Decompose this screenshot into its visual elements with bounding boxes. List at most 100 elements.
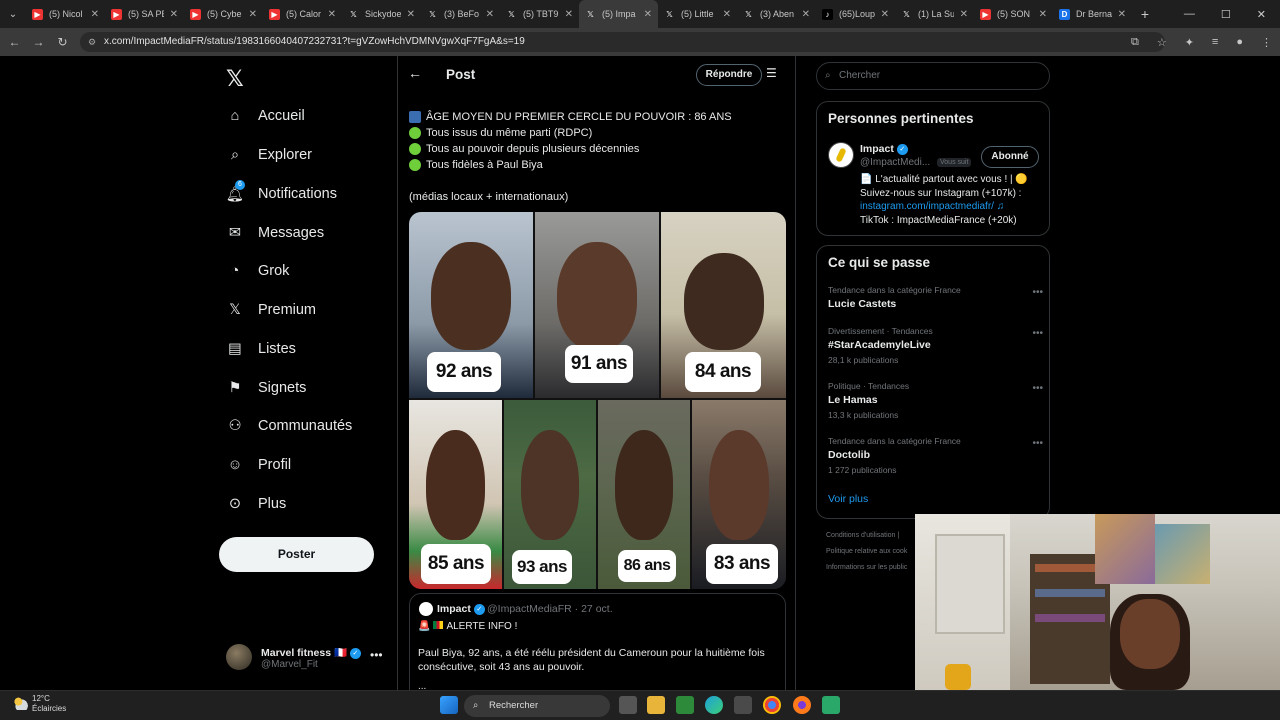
- browser-tab[interactable]: 𝕏 (1) La Su ✕: [895, 0, 974, 28]
- back-icon[interactable]: ←: [2, 35, 27, 49]
- close-tab-icon[interactable]: ✕: [328, 9, 336, 20]
- trend-item[interactable]: Tendance dans la catégorie France Doctoli…: [828, 436, 1043, 475]
- close-tab-icon[interactable]: ✕: [960, 9, 968, 20]
- x-logo-icon[interactable]: 𝕏: [226, 66, 244, 92]
- browser-tab[interactable]: ▶ (5) Cybe ✕: [184, 0, 263, 28]
- more-icon[interactable]: •••: [370, 648, 383, 662]
- browser-tab[interactable]: 𝕏 (3) Aben ✕: [737, 0, 816, 28]
- install-app-icon[interactable]: ⧉: [1131, 36, 1139, 49]
- trend-item[interactable]: Politique · Tendances Le Hamas 13,3 k publ…: [828, 381, 1043, 420]
- trend-category: Tendance dans la catégorie France: [828, 436, 961, 446]
- mail-icon: ✉: [228, 225, 242, 241]
- reload-icon[interactable]: ↻: [50, 35, 75, 49]
- trend-item[interactable]: Divertissement · Tendances #StarAcademyle…: [828, 326, 1043, 365]
- close-tab-icon[interactable]: ✕: [802, 9, 810, 20]
- account-switcher[interactable]: Marvel fitness 🇫🇷 ✓ @Marvel_Fit •••: [226, 642, 386, 672]
- close-tab-icon[interactable]: ✕: [644, 9, 652, 20]
- sidebar-item-accueil[interactable]: ⌂ Accueil: [226, 105, 305, 127]
- reading-list-icon[interactable]: ≡: [1212, 36, 1218, 48]
- bookmark-icon: ⚑: [228, 380, 242, 396]
- close-tab-icon[interactable]: ✕: [249, 9, 257, 20]
- star-icon[interactable]: ☆: [1157, 36, 1167, 49]
- footer-link[interactable]: Conditions d'utilisation |: [826, 532, 899, 539]
- quoted-tweet[interactable]: Impact ✓ @ImpactMediaFR · 27 oct. 🚨 ALERT…: [409, 593, 786, 690]
- chrome-icon[interactable]: [763, 696, 781, 714]
- more-icon[interactable]: •••: [1032, 383, 1043, 394]
- sliders-icon[interactable]: ☰: [766, 66, 777, 80]
- post-button[interactable]: Poster: [219, 537, 374, 572]
- sidebar-item-messages[interactable]: ✉ Messages: [226, 222, 324, 244]
- maximize-button[interactable]: ☐: [1221, 8, 1231, 21]
- browser-tab[interactable]: 𝕏 (5) Little ✕: [658, 0, 737, 28]
- site-info-icon[interactable]: ⚙: [88, 32, 96, 52]
- browser-tab[interactable]: 𝕏 Sickydoe ✕: [342, 0, 421, 28]
- instagram-link[interactable]: instagram.com/impactmediafr/: [860, 201, 994, 212]
- browser-tab[interactable]: ▶ (5) Calor ✕: [263, 0, 342, 28]
- close-tab-icon[interactable]: ✕: [1118, 9, 1126, 20]
- close-tab-icon[interactable]: ✕: [723, 9, 731, 20]
- start-button-icon[interactable]: [440, 696, 458, 714]
- app-icon[interactable]: [822, 696, 840, 714]
- following-button[interactable]: Abonné: [981, 146, 1039, 168]
- sidebar-item-premium[interactable]: 𝕏 Premium: [226, 299, 316, 321]
- edge-icon[interactable]: [705, 696, 723, 714]
- age-label: 93 ans: [512, 550, 572, 584]
- trend-item[interactable]: Tendance dans la catégorie France Lucie C…: [828, 285, 1043, 310]
- taskbar-search[interactable]: ⌕ Rechercher: [464, 695, 610, 717]
- sidebar-item-explorer[interactable]: ⌕ Explorer: [226, 144, 312, 166]
- firefox-icon[interactable]: [793, 696, 811, 714]
- see-more-link[interactable]: Voir plus: [828, 493, 868, 505]
- browser-menu-icon[interactable]: ⋮: [1261, 36, 1272, 49]
- store-icon[interactable]: [734, 696, 752, 714]
- browser-tab[interactable]: ▶ (5) SA PE ✕: [105, 0, 184, 28]
- back-arrow-icon[interactable]: ←: [408, 65, 422, 81]
- profile-avatar-icon[interactable]: ●: [1236, 36, 1243, 48]
- footer-link[interactable]: Politique relative aux cook: [826, 548, 907, 555]
- sidebar-item-communautés[interactable]: ⚇ Communautés: [226, 415, 353, 437]
- close-tab-icon[interactable]: ✕: [91, 9, 99, 20]
- browser-tab[interactable]: D Dr Berna ✕: [1053, 0, 1132, 28]
- sidebar-item-signets[interactable]: ⚑ Signets: [226, 377, 307, 399]
- task-view-icon[interactable]: [619, 696, 637, 714]
- browser-tab[interactable]: ▶ (5) Nicol ✕: [26, 0, 105, 28]
- search-input[interactable]: ⌕ Chercher: [816, 62, 1050, 90]
- browser-tab[interactable]: 𝕏 (3) BeFo ✕: [421, 0, 500, 28]
- tweet-image[interactable]: 92 ans 91 ans 84 ans 85 ans 93 ans 86 an…: [409, 212, 786, 589]
- browser-tab[interactable]: 𝕏 (5) Impa ✕: [579, 0, 658, 28]
- url-text: x.com/ImpactMediaFR/status/1983166040407…: [104, 36, 525, 47]
- close-tab-icon[interactable]: ✕: [407, 9, 415, 20]
- siren-icon: 🚨: [418, 621, 431, 632]
- close-tab-icon[interactable]: ✕: [170, 9, 178, 20]
- browser-tab[interactable]: 𝕏 (5) TBT9 ✕: [500, 0, 579, 28]
- sidebar-item-listes[interactable]: ▤ Listes: [226, 338, 296, 360]
- sidebar-item-plus[interactable]: ⊙ Plus: [226, 493, 286, 515]
- footer-link[interactable]: Informations sur les public: [826, 564, 907, 571]
- reply-button[interactable]: Répondre: [696, 64, 762, 86]
- more-icon[interactable]: •••: [1032, 328, 1043, 339]
- person-name[interactable]: Impact ✓: [860, 143, 908, 155]
- file-explorer-icon[interactable]: [647, 696, 665, 714]
- new-tab-button[interactable]: +: [1132, 6, 1158, 22]
- sidebar-item-grok[interactable]: ◔ Grok: [226, 260, 290, 282]
- trends-card: Ce qui se passe Tendance dans la catégor…: [816, 245, 1050, 519]
- sidebar-item-label: Profil: [258, 457, 292, 473]
- close-tab-icon[interactable]: ✕: [881, 9, 889, 20]
- sidebar-item-profil[interactable]: ☺ Profil: [226, 454, 291, 476]
- browser-tab[interactable]: ▶ (5) SON ✕: [974, 0, 1053, 28]
- forward-icon[interactable]: →: [26, 35, 51, 49]
- extensions-icon[interactable]: ✦: [1185, 36, 1194, 49]
- photo-7: 83 ans: [692, 400, 786, 589]
- sidebar-item-notifications[interactable]: 🔔︎ 6 Notifications: [226, 180, 337, 205]
- browser-tab[interactable]: ♪ (65)Loup ✕: [816, 0, 895, 28]
- tab-search-button[interactable]: ⌄: [0, 9, 26, 20]
- close-tab-icon[interactable]: ✕: [486, 9, 494, 20]
- avatar[interactable]: [828, 142, 854, 168]
- close-tab-icon[interactable]: ✕: [565, 9, 573, 20]
- more-icon[interactable]: •••: [1032, 287, 1043, 298]
- close-tab-icon[interactable]: ✕: [1039, 9, 1047, 20]
- more-icon[interactable]: •••: [1032, 438, 1043, 449]
- url-field[interactable]: ⚙ x.com/ImpactMediaFR/status/19831660404…: [80, 32, 1165, 52]
- close-window-button[interactable]: ✕: [1257, 8, 1266, 21]
- minimize-button[interactable]: —: [1184, 8, 1195, 20]
- nvidia-icon[interactable]: [676, 696, 694, 714]
